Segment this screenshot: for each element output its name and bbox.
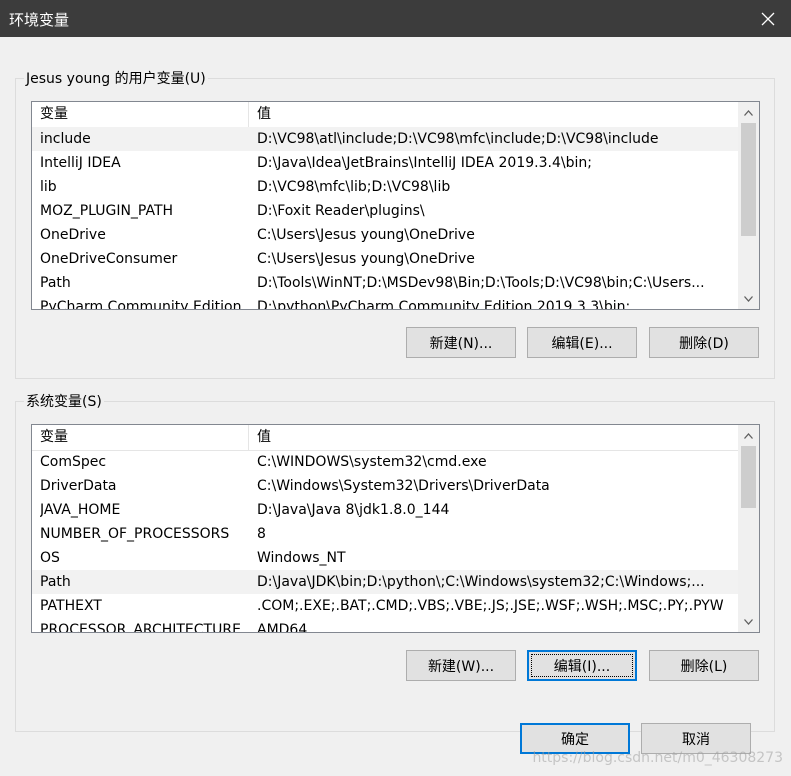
row-value: D:\VC98\atl\include;D:\VC98\mfc\include;… xyxy=(257,131,659,147)
column-header-variable[interactable]: 变量 xyxy=(32,102,249,127)
row-value: Windows_NT xyxy=(257,550,346,566)
list-row[interactable]: OneDriveConsumer C:\Users\Jesus young\One… xyxy=(32,247,738,271)
row-value: D:\Java\Java 8\jdk1.8.0_144 xyxy=(257,502,450,518)
row-name: lib xyxy=(40,179,57,195)
system-vars-label: 系统变量(S) xyxy=(24,391,104,411)
list-row[interactable]: OS Windows_NT xyxy=(32,546,738,570)
row-value: 8 xyxy=(257,526,266,542)
list-row[interactable]: PATHEXT .COM;.EXE;.BAT;.CMD;.VBS;.VBE;.JS… xyxy=(32,594,738,618)
chevron-up-icon xyxy=(744,432,753,439)
system-vars-list[interactable]: 变量 值 ComSpec C:\WINDOWS\system32\cmd.exe … xyxy=(31,424,760,633)
row-name: PROCESSOR_ARCHITECTURE xyxy=(40,622,241,633)
list-row[interactable]: PyCharm Community Edition D:\python\PyCha… xyxy=(32,295,738,310)
row-name: OS xyxy=(40,550,60,566)
row-value: D:\Java\Idea\JetBrains\IntelliJ IDEA 201… xyxy=(257,155,592,171)
list-row[interactable]: JAVA_HOME D:\Java\Java 8\jdk1.8.0_144 xyxy=(32,498,738,522)
row-value: D:\python\PyCharm Community Edition 2019… xyxy=(257,299,631,310)
close-button[interactable] xyxy=(745,0,791,37)
row-name: PATHEXT xyxy=(40,598,102,614)
row-name: OneDriveConsumer xyxy=(40,251,178,267)
list-row[interactable]: include D:\VC98\atl\include;D:\VC98\mfc\i… xyxy=(32,127,738,151)
list-header: 变量 值 xyxy=(32,425,738,451)
system-vars-group: 系统变量(S) 变量 值 ComSpec C:\WINDOWS\system32\… xyxy=(15,391,775,732)
scroll-thumb[interactable] xyxy=(741,123,756,236)
row-name: ComSpec xyxy=(40,454,107,470)
ok-button[interactable]: 确定 xyxy=(520,723,630,754)
row-name: MOZ_PLUGIN_PATH xyxy=(40,203,174,219)
system-delete-button[interactable]: 删除(L) xyxy=(649,650,759,681)
row-value: C:\Windows\System32\Drivers\DriverData xyxy=(257,478,550,494)
row-name: NUMBER_OF_PROCESSORS xyxy=(40,526,230,542)
row-value: D:\Tools\WinNT;D:\MSDev98\Bin;D:\Tools;D… xyxy=(257,275,705,291)
list-row[interactable]: lib D:\VC98\mfc\lib;D:\VC98\lib xyxy=(32,175,738,199)
scroll-up-button[interactable] xyxy=(738,425,759,446)
system-new-button[interactable]: 新建(W)... xyxy=(406,650,516,681)
vertical-scrollbar[interactable] xyxy=(738,102,759,309)
list-header: 变量 值 xyxy=(32,102,738,128)
list-row[interactable]: MOZ_PLUGIN_PATH D:\Foxit Reader\plugins\ xyxy=(32,199,738,223)
list-row[interactable]: Path D:\Tools\WinNT;D:\MSDev98\Bin;D:\Too… xyxy=(32,271,738,295)
list-row[interactable]: IntelliJ IDEA D:\Java\Idea\JetBrains\Inte… xyxy=(32,151,738,175)
user-edit-button[interactable]: 编辑(E)... xyxy=(527,327,637,358)
scroll-down-button[interactable] xyxy=(738,288,759,309)
title-bar: 环境变量 xyxy=(0,0,791,37)
row-name: IntelliJ IDEA xyxy=(40,155,121,171)
chevron-down-icon xyxy=(744,618,753,625)
list-rows: include D:\VC98\atl\include;D:\VC98\mfc\i… xyxy=(32,127,738,310)
row-name: Path xyxy=(40,574,71,590)
row-value: AMD64 xyxy=(257,622,308,633)
window-title: 环境变量 xyxy=(9,11,70,29)
scroll-thumb[interactable] xyxy=(741,446,756,508)
list-row[interactable]: ComSpec C:\WINDOWS\system32\cmd.exe xyxy=(32,450,738,474)
close-icon xyxy=(761,12,775,25)
list-rows: ComSpec C:\WINDOWS\system32\cmd.exe Drive… xyxy=(32,450,738,633)
list-row[interactable]: DriverData C:\Windows\System32\Drivers\Dr… xyxy=(32,474,738,498)
scroll-down-button[interactable] xyxy=(738,611,759,632)
user-delete-button[interactable]: 删除(D) xyxy=(649,327,759,358)
column-header-variable[interactable]: 变量 xyxy=(32,425,249,450)
list-row[interactable]: Path D:\Java\JDK\bin;D:\python\;C:\Window… xyxy=(32,570,738,594)
chevron-up-icon xyxy=(744,109,753,116)
row-value: .COM;.EXE;.BAT;.CMD;.VBS;.VBE;.JS;.JSE;.… xyxy=(257,598,724,614)
row-value: C:\WINDOWS\system32\cmd.exe xyxy=(257,454,487,470)
row-value: D:\Foxit Reader\plugins\ xyxy=(257,203,425,219)
column-header-value[interactable]: 值 xyxy=(249,425,738,450)
row-name: OneDrive xyxy=(40,227,106,243)
row-value: C:\Users\Jesus young\OneDrive xyxy=(257,227,475,243)
user-vars-group: Jesus young 的用户变量(U) 变量 值 include D:\VC98… xyxy=(15,68,775,379)
row-name: DriverData xyxy=(40,478,117,494)
cancel-button[interactable]: 取消 xyxy=(641,723,751,754)
system-edit-button[interactable]: 编辑(I)... xyxy=(527,650,637,681)
vertical-scrollbar[interactable] xyxy=(738,425,759,632)
user-vars-label: Jesus young 的用户变量(U) xyxy=(24,68,208,88)
dialog-body: Jesus young 的用户变量(U) 变量 值 include D:\VC98… xyxy=(0,37,791,776)
column-header-value[interactable]: 值 xyxy=(249,102,738,127)
row-name: JAVA_HOME xyxy=(40,502,121,518)
row-value: D:\VC98\mfc\lib;D:\VC98\lib xyxy=(257,179,451,195)
list-row[interactable]: PROCESSOR_ARCHITECTURE AMD64 xyxy=(32,618,738,633)
row-name: Path xyxy=(40,275,71,291)
list-row[interactable]: NUMBER_OF_PROCESSORS 8 xyxy=(32,522,738,546)
row-name: PyCharm Community Edition xyxy=(40,299,242,310)
list-row[interactable]: OneDrive C:\Users\Jesus young\OneDrive xyxy=(32,223,738,247)
user-vars-list[interactable]: 变量 值 include D:\VC98\atl\include;D:\VC98\… xyxy=(31,101,760,310)
row-name: include xyxy=(40,131,91,147)
row-value: D:\Java\JDK\bin;D:\python\;C:\Windows\sy… xyxy=(257,574,705,590)
scroll-up-button[interactable] xyxy=(738,102,759,123)
chevron-down-icon xyxy=(744,295,753,302)
row-value: C:\Users\Jesus young\OneDrive xyxy=(257,251,475,267)
user-new-button[interactable]: 新建(N)... xyxy=(406,327,516,358)
